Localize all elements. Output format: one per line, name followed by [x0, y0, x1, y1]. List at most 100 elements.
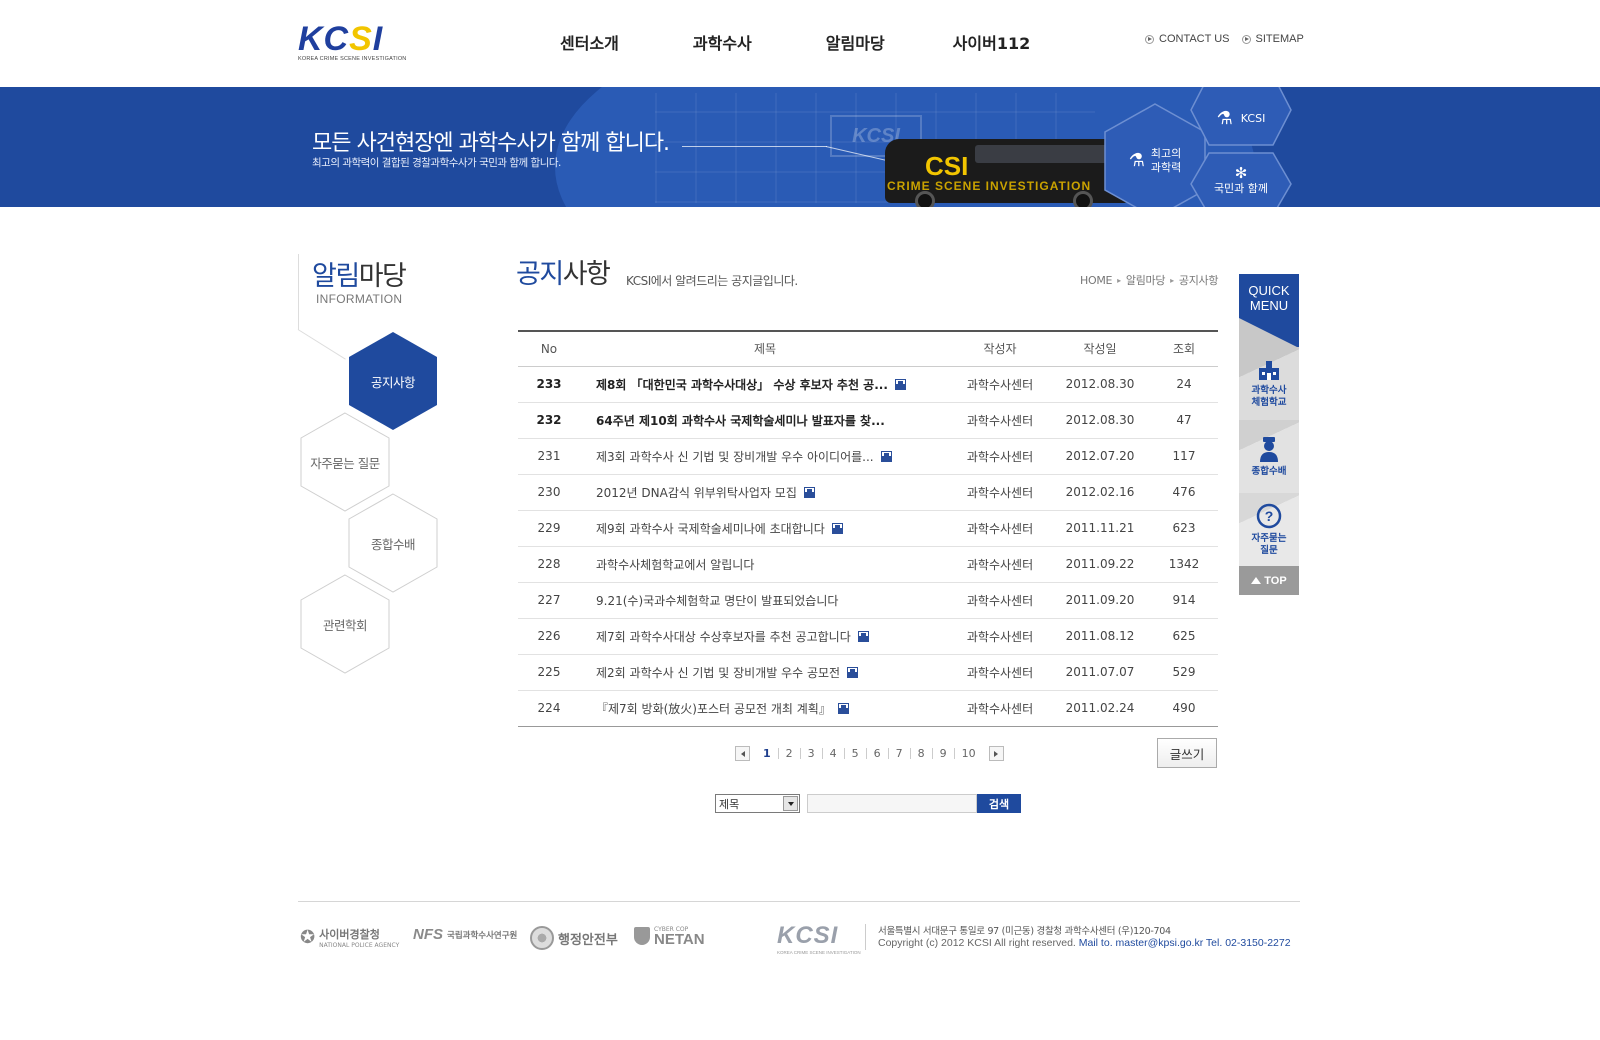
row-views: 623 — [1172, 521, 1196, 535]
hex-kcsi[interactable]: ⚗ KCSI — [1189, 87, 1293, 147]
attachment-disk-icon[interactable] — [880, 450, 892, 462]
row-subject-link[interactable]: 제7회 과학수사대상 수상후보자를 추천 공고합니다 — [596, 630, 851, 644]
row-views: 476 — [1172, 485, 1196, 499]
page-link[interactable]: 2 — [777, 748, 800, 759]
page-link[interactable]: 7 — [887, 748, 910, 759]
molecule-icon: ✻ — [1234, 164, 1248, 182]
row-no: 229 — [537, 521, 561, 535]
table-row: 227 9.21(수)국과수체험학교 명단이 발표되었습니다 과학수사센터 2011.… — [518, 582, 1218, 618]
sidebar-item-societies[interactable]: 관련학회 — [300, 574, 390, 674]
page-link[interactable]: 3 — [799, 748, 822, 759]
quick-menu-title: QUICK MENU — [1239, 274, 1299, 348]
row-date: 2011.02.24 — [1065, 701, 1135, 715]
sidebar-item-label: 종합수배 — [370, 536, 416, 552]
row-subject-link[interactable]: 2012년 DNA감식 위부위탁사업자 모집 — [596, 486, 797, 500]
table-row: 229 제9회 과학수사 국제학술세미나에 초대합니다 과학수사센터 2011.11.… — [518, 510, 1218, 546]
nav-item-notice[interactable]: 알림마당 — [826, 30, 885, 54]
row-author: 과학수사센터 — [966, 377, 1034, 392]
page-link[interactable]: 10 — [953, 748, 983, 759]
row-subject: 제9회 과학수사 국제학술세미나에 초대합니다 — [580, 510, 950, 546]
row-views: 1342 — [1168, 557, 1200, 571]
footer-kcsi-logo: KCSI KOREA CRIME SCENE INVESTIGATION — [777, 922, 861, 955]
attachment-disk-icon[interactable] — [894, 378, 906, 390]
footer-mail-link[interactable]: Mail to. master@kpsi.go.kr Tel. 02-3150-… — [1079, 937, 1291, 949]
chevron-right-icon: ▸ — [1170, 275, 1174, 285]
row-date: 2012.08.30 — [1065, 377, 1135, 391]
page-link[interactable]: 4 — [821, 748, 844, 759]
police-emblem-icon: ✪ — [300, 927, 316, 948]
page-link[interactable]: 8 — [909, 748, 932, 759]
page-link[interactable]: 1 — [756, 748, 778, 759]
search-bar: 제목 검색 — [715, 794, 1021, 813]
footer-logo-netan[interactable]: CYBER COP NETAN — [634, 926, 705, 948]
breadcrumb-section[interactable]: 알림마당 — [1126, 272, 1166, 288]
row-subject-link[interactable]: 제3회 과학수사 신 기법 및 장비개발 우수 아이디어를... — [596, 450, 874, 464]
prev-page-button[interactable] — [735, 746, 750, 761]
attachment-disk-icon[interactable] — [837, 702, 849, 714]
nav-item-cyber112[interactable]: 사이버112 — [953, 30, 1031, 54]
nav-item-science[interactable]: 과학수사 — [693, 30, 752, 54]
footer-address: 서울특별시 서대문구 통일로 97 (미근동) 경찰청 과학수사센터 (우)12… — [878, 926, 1171, 937]
row-subject-link[interactable]: 제2회 과학수사 신 기법 및 장비개발 우수 공모전 — [596, 666, 840, 680]
attachment-disk-icon[interactable] — [857, 630, 869, 642]
footer-logo-mopas[interactable]: 행정안전부 — [530, 926, 618, 950]
banner-subline: 최고의 과학력이 결합된 경찰과학수사가 국민과 함께 합니다. — [312, 157, 561, 169]
breadcrumb-home[interactable]: HOME — [1080, 274, 1112, 287]
contact-us-link[interactable]: CONTACT US — [1145, 33, 1230, 45]
row-subject: 9.21(수)국과수체험학교 명단이 발표되었습니다 — [580, 582, 950, 618]
sitemap-link[interactable]: SITEMAP — [1241, 33, 1304, 45]
row-no: 224 — [537, 701, 561, 715]
scroll-top-button[interactable]: TOP — [1239, 566, 1299, 595]
microscope-icon: ⚗ — [1128, 150, 1145, 171]
row-date: 2011.09.20 — [1065, 593, 1135, 607]
footer-separator — [865, 924, 866, 950]
table-row: 226 제7회 과학수사대상 수상후보자를 추천 공고합니다 과학수사센터 2011.… — [518, 618, 1218, 654]
page-link[interactable]: 9 — [931, 748, 954, 759]
chevron-right-icon: ▸ — [1117, 275, 1121, 285]
table-header-row: No 제목 작성자 작성일 조회 — [518, 331, 1218, 366]
nav-item-center[interactable]: 센터소개 — [560, 30, 619, 54]
search-button[interactable]: 검색 — [977, 794, 1021, 813]
page-link[interactable]: 5 — [843, 748, 866, 759]
footer-logo-name: NETAN — [654, 931, 705, 948]
row-subject-link[interactable]: 제8회 「대한민국 과학수사대상」 수상 후보자 추천 공... — [596, 378, 888, 392]
footer-copyright: Copyright (c) 2012 KCSI All right reserv… — [878, 937, 1291, 949]
table-row: 231 제3회 과학수사 신 기법 및 장비개발 우수 아이디어를... 과학수사센… — [518, 438, 1218, 474]
page-link[interactable]: 6 — [865, 748, 888, 759]
sidebar-deco-line — [298, 254, 299, 330]
row-subject-link[interactable]: 제9회 과학수사 국제학술세미나에 초대합니다 — [596, 522, 825, 536]
row-subject-link[interactable]: 9.21(수)국과수체험학교 명단이 발표되었습니다 — [596, 594, 838, 608]
row-subject-link[interactable]: 과학수사체험학교에서 알립니다 — [596, 558, 754, 572]
next-page-button[interactable] — [988, 746, 1004, 761]
row-views: 490 — [1172, 701, 1196, 715]
row-subject: 제3회 과학수사 신 기법 및 장비개발 우수 아이디어를... — [580, 438, 950, 474]
quick-item-faq[interactable]: ? 자주묻는 질문 — [1239, 493, 1299, 566]
page-title: 공지사항 — [516, 252, 611, 291]
attachment-disk-icon[interactable] — [847, 666, 859, 678]
quick-item-wanted[interactable]: 종합수배 — [1239, 420, 1299, 493]
row-views: 914 — [1172, 593, 1196, 607]
footer-logo-cyber-police[interactable]: ✪ 사이버경찰청 NATIONAL POLICE AGENCY — [300, 926, 399, 949]
attachment-disk-icon[interactable] — [803, 486, 815, 498]
quick-item-label: 체험학교 — [1251, 396, 1287, 408]
search-input[interactable] — [807, 794, 977, 813]
table-row: 230 2012년 DNA감식 위부위탁사업자 모집 과학수사센터 2012.02.1… — [518, 474, 1218, 510]
hero-banner: KCSI 모든 사건현장엔 과학수사가 함께 합니다. 최고의 과학력이 결합된… — [0, 87, 1600, 207]
row-date: 2012.08.30 — [1065, 413, 1135, 427]
footer-logo-nfs[interactable]: NFS 국립과학수사연구원 — [413, 926, 517, 943]
write-button[interactable]: 글쓰기 — [1157, 738, 1217, 768]
col-header-views: 조회 — [1172, 342, 1196, 357]
logo-subtitle: KOREA CRIME SCENE INVESTIGATION — [298, 56, 407, 62]
row-date: 2011.09.22 — [1065, 557, 1135, 571]
footer-logo-sub: NATIONAL POLICE AGENCY — [319, 942, 400, 949]
hex-science-line2: 과학력 — [1150, 161, 1182, 174]
quick-item-science-school[interactable]: 과학수사 체험학교 — [1239, 347, 1299, 420]
hex-with-people[interactable]: ✻ 국민과 함께 — [1189, 151, 1293, 207]
row-subject-link[interactable]: 64주년 제10회 과학수사 국제학술세미나 발표자를 찾... — [596, 414, 885, 428]
search-field-select[interactable]: 제목 — [715, 794, 800, 813]
kcsi-logo[interactable]: KCSI KOREA CRIME SCENE INVESTIGATION — [298, 22, 408, 62]
row-subject-link[interactable]: 『제7회 방화(放火)포스터 공모전 개최 계획』 — [596, 702, 831, 716]
row-subject: 『제7회 방화(放火)포스터 공모전 개최 계획』 — [580, 690, 950, 726]
footer-logo-sub: NFS — [413, 926, 443, 943]
attachment-disk-icon[interactable] — [831, 522, 843, 534]
